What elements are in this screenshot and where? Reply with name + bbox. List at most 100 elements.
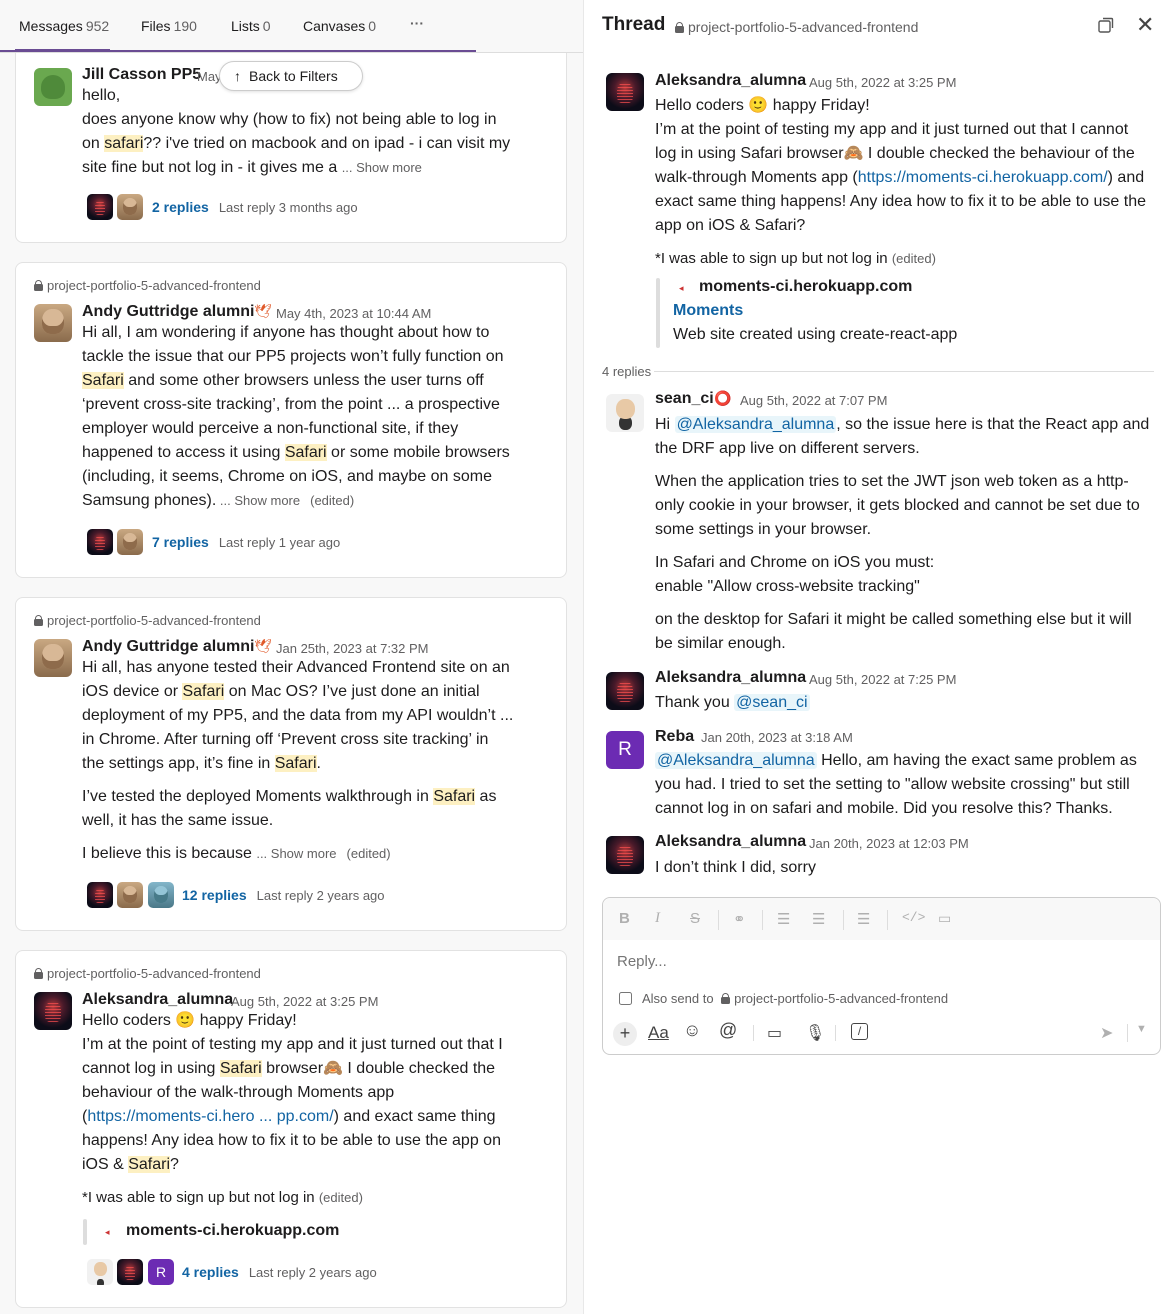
unfurl-site[interactable]: moments-ci.herokuapp.com	[699, 278, 912, 296]
replies-divider	[654, 371, 1154, 372]
message-text: Hi all, has anyone tested their Advanced…	[82, 659, 514, 862]
timestamp[interactable]: Aug 5th, 2022 at 3:25 PM	[231, 994, 378, 1009]
avatar[interactable]	[606, 394, 644, 432]
reply-avatar	[117, 882, 143, 908]
avatar[interactable]: R	[606, 731, 644, 769]
channel-label[interactable]: project-portfolio-5-advanced-frontend	[34, 966, 261, 981]
toolbar-separator	[762, 910, 763, 930]
toolbar-separator	[1127, 1024, 1128, 1042]
strikethrough-button[interactable]: S	[690, 910, 700, 927]
thread-channel[interactable]: project-portfolio-5-advanced-frontend	[675, 19, 918, 35]
bold-button[interactable]: B	[619, 910, 630, 927]
author-name[interactable]: Jill Casson PP5	[82, 66, 201, 84]
message-text: Hi all, I am wondering if anyone has tho…	[82, 324, 510, 509]
show-more-link[interactable]: ... Show more	[342, 160, 422, 175]
channel-label[interactable]: project-portfolio-5-advanced-frontend	[34, 613, 261, 628]
author-name[interactable]: Aleksandra_alumna	[655, 669, 806, 687]
avatar[interactable]	[34, 68, 72, 106]
avatar[interactable]	[606, 672, 644, 710]
tab-lists[interactable]: Lists 0	[231, 18, 271, 34]
replies-summary[interactable]: 7 replies Last reply 1 year ago	[152, 534, 340, 550]
ordered-list-icon[interactable]: ☰	[777, 910, 790, 928]
author-name[interactable]: sean_ci	[655, 390, 714, 408]
italic-button[interactable]: I	[655, 910, 660, 927]
avatar[interactable]	[34, 992, 72, 1030]
lock-icon	[34, 615, 43, 626]
author-name[interactable]: Reba	[655, 728, 694, 746]
tab-messages[interactable]: Messages 952	[19, 18, 109, 34]
timestamp[interactable]: Jan 20th, 2023 at 12:03 PM	[809, 836, 969, 851]
blockquote-icon[interactable]: ☰	[857, 910, 870, 928]
tab-files[interactable]: Files 190	[141, 18, 197, 34]
toolbar-separator	[835, 1025, 836, 1041]
avatar[interactable]	[606, 73, 644, 111]
formatting-toolbar: B I S ⚭ ☰ ☰ ☰ </> ▭	[603, 898, 1160, 940]
video-icon[interactable]: ▭	[767, 1023, 782, 1043]
avatar[interactable]	[34, 639, 72, 677]
show-more-link[interactable]: ... Show more	[256, 846, 336, 861]
replies-summary[interactable]: 2 replies Last reply 3 months ago	[152, 199, 358, 215]
timestamp[interactable]: Aug 5th, 2022 at 7:25 PM	[809, 672, 956, 687]
link-icon[interactable]: ⚭	[733, 910, 746, 928]
reply-avatar	[117, 194, 143, 220]
replies-summary[interactable]: 4 replies Last reply 2 years ago	[182, 1264, 377, 1280]
tab-canvases[interactable]: Canvases 0	[303, 18, 376, 34]
timestamp[interactable]: May 4th, 2023 at 10:44 AM	[276, 306, 431, 321]
author-name[interactable]: Aleksandra_alumna	[655, 72, 806, 90]
reply-avatar	[87, 882, 113, 908]
user-mention[interactable]: @sean_ci	[734, 694, 810, 711]
shortcuts-icon[interactable]: /	[851, 1023, 868, 1040]
channel-label[interactable]: project-portfolio-5-advanced-frontend	[34, 278, 261, 293]
message-text: @Aleksandra_alumna Hello, am having the …	[655, 752, 1137, 817]
send-icon[interactable]: ➤	[1100, 1023, 1113, 1043]
chevron-down-icon[interactable]: ▼	[1136, 1023, 1147, 1035]
bulleted-list-icon[interactable]: ☰	[812, 910, 825, 928]
author-name[interactable]: Andy Guttridge alumni	[82, 638, 254, 656]
mention-icon[interactable]: @	[719, 1020, 737, 1041]
swift-icon: 🕊	[254, 303, 272, 319]
user-mention[interactable]: @Aleksandra_alumna	[674, 416, 837, 433]
unfurl-title[interactable]: Moments	[673, 302, 743, 320]
attach-plus-button[interactable]: +	[613, 1022, 637, 1046]
user-mention[interactable]: @Aleksandra_alumna	[655, 752, 817, 769]
author-name[interactable]: Aleksandra_alumna	[655, 833, 806, 851]
favicon-icon: ◂	[105, 1227, 110, 1237]
unfurl-description: Web site created using create-react-app	[673, 326, 958, 343]
avatar[interactable]	[34, 304, 72, 342]
replies-count: 4 replies	[602, 364, 652, 379]
reply-input[interactable]	[617, 953, 1137, 970]
search-result-card[interactable]: project-portfolio-5-advanced-frontend Al…	[15, 950, 567, 1308]
moments-link[interactable]: https://moments-ci.hero ... pp.com/	[87, 1108, 333, 1125]
timestamp[interactable]: Aug 5th, 2022 at 7:07 PM	[740, 393, 887, 408]
open-in-window-icon[interactable]	[1098, 17, 1114, 33]
search-result-card[interactable]: project-portfolio-5-advanced-frontend An…	[15, 262, 567, 578]
arrow-up-icon: ↑	[234, 68, 241, 84]
back-to-filters-button[interactable]: ↑ Back to Filters	[219, 61, 363, 91]
message-text: Hi @Aleksandra_alumna, so the issue here…	[655, 416, 1150, 652]
timestamp[interactable]: Jan 25th, 2023 at 7:32 PM	[276, 641, 429, 656]
see-no-evil-emoji-icon: 🙈	[323, 1060, 343, 1077]
replies-summary[interactable]: 12 replies Last reply 2 years ago	[182, 887, 385, 903]
thread-panel: Thread project-portfolio-5-advanced-fron…	[584, 0, 1171, 1314]
status-ring-icon: ⭕	[714, 390, 732, 406]
show-more-link[interactable]: ... Show more	[216, 493, 300, 508]
timestamp[interactable]: Aug 5th, 2022 at 3:25 PM	[809, 75, 956, 90]
timestamp[interactable]: May	[197, 69, 222, 84]
reply-avatar	[87, 194, 113, 220]
author-name[interactable]: Andy Guttridge alumni	[82, 303, 254, 321]
search-result-card[interactable]: project-portfolio-5-advanced-frontend An…	[15, 597, 567, 931]
microphone-icon[interactable]: 🎙	[805, 1023, 825, 1043]
more-tabs-button[interactable]: ···	[410, 15, 424, 31]
close-icon[interactable]: ✕	[1136, 14, 1154, 36]
timestamp[interactable]: Jan 20th, 2023 at 3:18 AM	[701, 730, 853, 745]
emoji-icon[interactable]: ☺	[683, 1020, 701, 1041]
avatar[interactable]	[606, 836, 644, 874]
code-block-icon[interactable]: ▭	[938, 910, 951, 927]
author-name[interactable]: Aleksandra_alumna	[82, 991, 233, 1009]
also-send-checkbox[interactable]	[619, 992, 632, 1005]
formatting-toggle-icon[interactable]: Aa	[648, 1023, 669, 1043]
code-icon[interactable]: </>	[902, 910, 925, 925]
message-text: Hello coders 🙂 happy Friday! I’m at the …	[655, 97, 1146, 267]
unfurl-site[interactable]: moments-ci.herokuapp.com	[126, 1222, 339, 1240]
moments-link[interactable]: https://moments-ci.herokuapp.com/	[858, 169, 1108, 186]
